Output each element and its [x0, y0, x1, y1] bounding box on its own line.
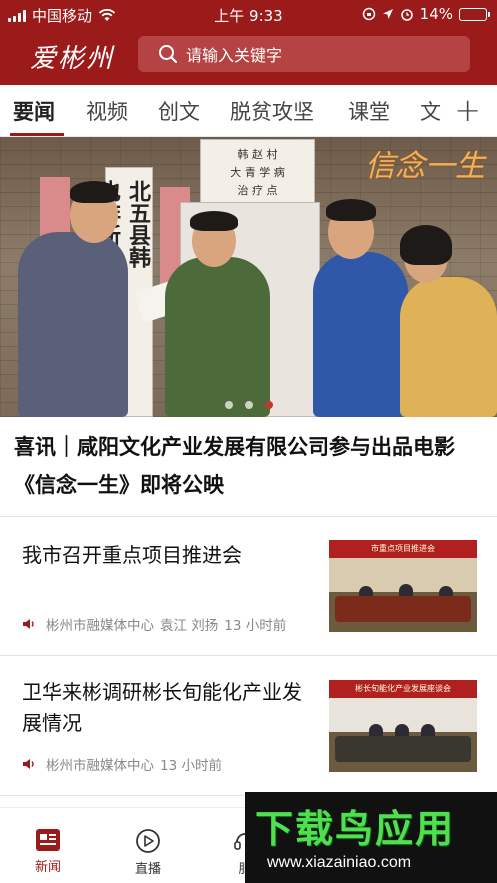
carousel-indicator: [225, 401, 273, 409]
hero-carousel[interactable]: 韩 赵 村 大 青 学 病 治 疗 点 北五县韩 也非新 信念一生: [0, 137, 497, 417]
watermark: 下载鸟应用 www.xiazainiao.com: [245, 792, 497, 883]
app-logo[interactable]: 爱彬州: [30, 38, 114, 75]
search-bar[interactable]: 请输入关键字: [138, 36, 470, 72]
search-icon: [159, 45, 178, 64]
status-bar: 中国移动 上午 9:33 14%: [0, 0, 497, 28]
news-source: 彬州市融媒体中心: [46, 618, 154, 634]
news-source: 彬州市融媒体中心: [46, 758, 154, 774]
nav-live[interactable]: 直播: [118, 828, 178, 877]
person-2: [165, 257, 270, 417]
news-title[interactable]: 我市召开重点项目推进会: [22, 540, 312, 571]
tab-课堂[interactable]: 课堂: [348, 96, 390, 126]
news-authors: 袁江 刘扬: [160, 618, 219, 634]
featured-headline[interactable]: 喜讯｜咸阳文化产业发展有限公司参与出品电影《信念一生》即将公映: [14, 428, 489, 504]
nav-live-label: 直播: [134, 862, 161, 877]
active-tab-indicator: [10, 133, 64, 136]
nav-news-label: 新闻: [34, 860, 61, 875]
rotation-lock-icon: [362, 7, 375, 21]
search-placeholder: 请输入关键字: [186, 46, 283, 65]
battery-icon: [459, 7, 490, 21]
news-time: 13 小时前: [224, 618, 287, 634]
tab-创文[interactable]: 创文: [158, 96, 200, 126]
watermark-title: 下载鸟应用: [255, 807, 456, 851]
speaker-icon[interactable]: [22, 618, 36, 630]
news-title[interactable]: 卫华来彬调研彬长旬能化产业发展情况: [22, 677, 312, 739]
movie-title-calligraphy: 信念一生: [365, 149, 485, 184]
thumbnail-table: [335, 596, 471, 622]
person-2-hair: [190, 211, 238, 231]
news-meta: 彬州市融媒体中心 袁江 刘扬 13 小时前: [22, 614, 286, 634]
clinic-sign: 韩 赵 村 大 青 学 病 治 疗 点: [200, 139, 315, 207]
add-tab-button[interactable]: +: [454, 91, 481, 129]
news-thumbnail[interactable]: 市重点项目推进会: [329, 540, 477, 632]
tab-脱贫攻坚[interactable]: 脱贫攻坚: [230, 96, 314, 126]
carousel-dot[interactable]: [245, 401, 253, 409]
person-4-hair: [400, 225, 452, 265]
thumbnail-table: [335, 736, 471, 762]
thumbnail-banner: 市重点项目推进会: [329, 540, 477, 558]
tab-文[interactable]: 文: [420, 96, 442, 126]
tab-要闻[interactable]: 要闻: [13, 96, 55, 126]
news-time: 13 小时前: [160, 758, 222, 774]
carousel-dot[interactable]: [225, 401, 233, 409]
play-icon: [136, 829, 160, 853]
location-icon: [382, 9, 393, 19]
tab-视频[interactable]: 视频: [86, 96, 128, 126]
news-icon: [36, 829, 60, 851]
carousel-dot-active[interactable]: [265, 401, 273, 409]
person-4: [400, 277, 497, 417]
divider: [0, 655, 497, 656]
person-3: [313, 252, 408, 417]
speaker-icon[interactable]: [22, 758, 36, 770]
person-1: [18, 232, 128, 417]
person-1-hair: [70, 181, 118, 203]
app-header: 爱彬州 请输入关键字: [0, 28, 497, 85]
person-3-hair: [326, 199, 376, 221]
alarm-icon: [400, 9, 413, 21]
thumbnail-banner: 彬长旬能化产业发展座谈会: [329, 680, 477, 698]
news-thumbnail[interactable]: 彬长旬能化产业发展座谈会: [329, 680, 477, 772]
nav-news[interactable]: 新闻: [18, 828, 78, 875]
battery-percent: 14%: [419, 5, 453, 23]
category-tabs: 要闻 视频 创文 脱贫攻坚 课堂 文 +: [0, 85, 497, 137]
divider: [0, 516, 497, 517]
watermark-url: www.xiazainiao.com: [267, 854, 412, 871]
news-meta: 彬州市融媒体中心 13 小时前: [22, 754, 222, 774]
